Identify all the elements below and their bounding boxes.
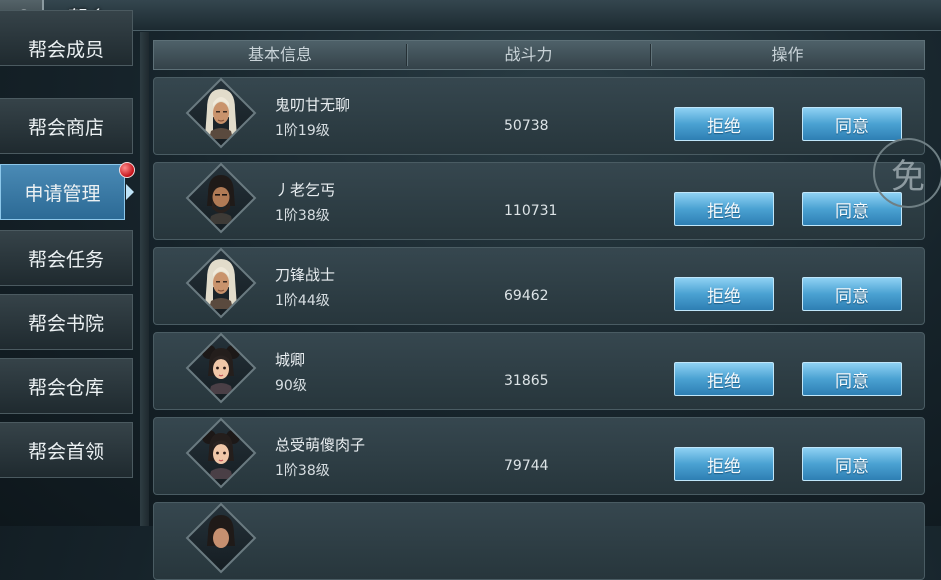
sidebar-item-label: 帮会商店: [27, 116, 104, 139]
portrait-bearded-male-icon: [201, 172, 241, 224]
application-row: 丿老乞丐 1阶38级 110731 拒绝 同意: [153, 162, 925, 240]
column-header-actions: 操作: [771, 45, 804, 64]
accept-button[interactable]: 同意: [802, 362, 902, 396]
application-row: 鬼叨甘无聊 1阶19级 50738 拒绝 同意: [153, 77, 925, 155]
application-row: 城卿 90级 31865 拒绝 同意: [153, 332, 925, 410]
sidebar-item-shop[interactable]: 帮会商店: [0, 98, 133, 154]
player-power: 69462: [504, 288, 549, 304]
player-name: 总受萌傻肉子: [275, 436, 366, 454]
player-avatar: [185, 502, 257, 574]
application-row: [153, 502, 925, 580]
column-header-power: 战斗力: [504, 45, 553, 64]
player-power: 31865: [504, 373, 549, 389]
sidebar-item-label: 帮会书院: [27, 312, 104, 335]
player-level: 90级: [275, 378, 307, 394]
player-power: 79744: [504, 458, 549, 474]
player-name: 丿老乞丐: [275, 181, 336, 199]
sidebar-item-members[interactable]: 帮会成员: [0, 10, 133, 66]
player-avatar: [185, 162, 257, 234]
sidebar-item-academy[interactable]: 帮会书院: [0, 294, 133, 350]
accept-button[interactable]: 同意: [802, 447, 902, 481]
player-power: 50738: [504, 118, 549, 134]
reject-button[interactable]: 拒绝: [674, 107, 774, 141]
player-power: 110731: [504, 203, 558, 219]
side-badge[interactable]: 免: [873, 138, 941, 208]
player-level: 1阶38级: [275, 208, 330, 224]
accept-button[interactable]: 同意: [802, 107, 902, 141]
reject-button[interactable]: 拒绝: [674, 447, 774, 481]
reject-button[interactable]: 拒绝: [674, 362, 774, 396]
player-avatar: [185, 247, 257, 319]
sidebar-item-warehouse[interactable]: 帮会仓库: [0, 358, 133, 414]
sidebar-item-label: 帮会成员: [27, 38, 104, 61]
sidebar: 帮会成员 帮会商店 申请管理 帮会任务 帮会书院 帮会仓库 帮会首领: [0, 10, 135, 526]
portrait-white-haired-male-icon: [201, 87, 241, 139]
player-avatar: [185, 77, 257, 149]
panel-divider: [140, 32, 149, 526]
top-bar: ↶ 帮会: [0, 0, 941, 38]
column-header-info: 基本信息: [247, 45, 312, 64]
application-row: 总受萌傻肉子 1阶38级 79744 拒绝 同意: [153, 417, 925, 495]
player-name: 刀锋战士: [275, 266, 336, 284]
reject-button[interactable]: 拒绝: [674, 277, 774, 311]
table-header: 基本信息 战斗力 操作: [153, 40, 925, 70]
sidebar-item-leader[interactable]: 帮会首领: [0, 422, 133, 478]
active-indicator-arrow-icon: [126, 184, 134, 200]
portrait-dark-haired-icon: [201, 512, 241, 564]
sidebar-item-label: 帮会任务: [27, 248, 104, 271]
reject-button[interactable]: 拒绝: [674, 192, 774, 226]
notification-dot-icon: [119, 162, 135, 178]
player-name: 鬼叨甘无聊: [275, 96, 351, 114]
portrait-bun-haired-female-icon: [201, 427, 241, 479]
portrait-white-haired-male-icon: [201, 257, 241, 309]
sidebar-item-tasks[interactable]: 帮会任务: [0, 230, 133, 286]
portrait-bun-haired-female-icon: [201, 342, 241, 394]
sidebar-item-label: 帮会首领: [27, 440, 104, 463]
player-level: 1阶44级: [275, 293, 330, 309]
player-name: 城卿: [275, 351, 306, 369]
application-row: 刀锋战士 1阶44级 69462 拒绝 同意: [153, 247, 925, 325]
sidebar-item-label: 申请管理: [24, 182, 101, 205]
sidebar-item-applications[interactable]: 申请管理: [0, 164, 125, 220]
player-avatar: [185, 332, 257, 404]
player-avatar: [185, 417, 257, 489]
sidebar-item-label: 帮会仓库: [27, 376, 104, 399]
accept-button[interactable]: 同意: [802, 277, 902, 311]
player-level: 1阶19级: [275, 123, 330, 139]
player-level: 1阶38级: [275, 463, 330, 479]
side-badge-label: 免: [891, 156, 925, 197]
